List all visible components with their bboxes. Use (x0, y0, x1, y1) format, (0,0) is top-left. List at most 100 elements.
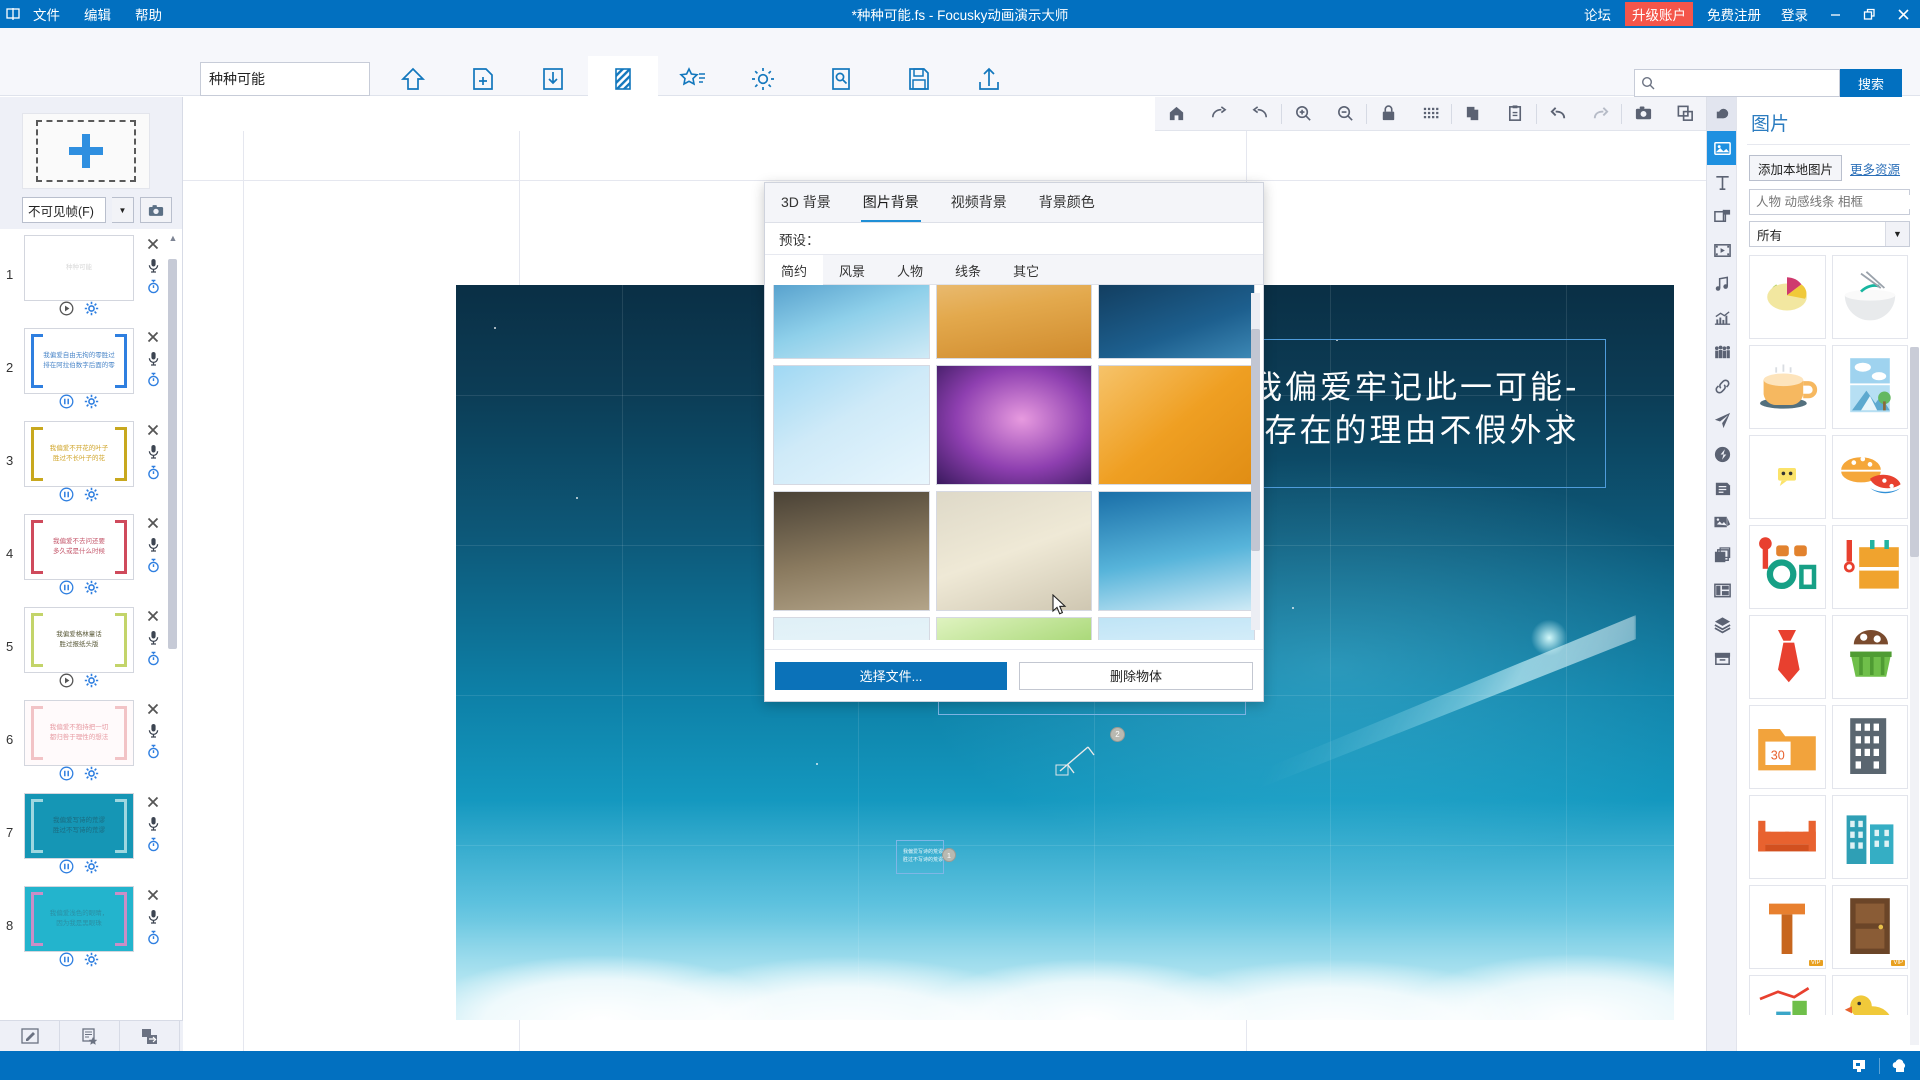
slide-thumbnail[interactable]: 我偏爱不抱持把一切 都归咎于理性的想法 (24, 700, 134, 766)
close-icon[interactable] (143, 328, 163, 346)
menu-file[interactable]: 文件 (30, 2, 63, 26)
microphone-icon[interactable] (143, 721, 163, 739)
gear-icon[interactable] (84, 487, 99, 502)
scrollbar-thumb[interactable] (1251, 329, 1260, 551)
people-icon[interactable] (1707, 335, 1737, 369)
redo-arrow-icon[interactable] (1579, 97, 1621, 131)
slide-list-item[interactable]: 8 我偏爱浅色的眼睛， 因为我是黑眼珠 (0, 880, 182, 973)
text-icon[interactable] (1707, 165, 1737, 199)
upgrade-account-button[interactable]: 升级账户 (1625, 2, 1693, 26)
layers-stack-icon[interactable] (1707, 539, 1737, 573)
brown-blur-thumb[interactable] (773, 491, 930, 611)
gear-icon[interactable] (84, 766, 99, 781)
slide-list-item[interactable]: 4 我偏爱不去问还要 多久或是什么时候 (0, 508, 182, 601)
image-search-box[interactable] (1749, 189, 1917, 215)
minimize-icon[interactable] (1818, 0, 1852, 28)
slide-list-item[interactable]: 3 我偏爱不开花的叶子 胜过不长叶子的花 (0, 415, 182, 508)
restore-icon[interactable] (1852, 0, 1886, 28)
screenshot-camera-icon[interactable] (1622, 97, 1664, 131)
slide-list-item[interactable]: 2 我偏爱自由无拘的零胜过 排在阿拉伯数字后面的零 (0, 322, 182, 415)
pause-icon[interactable] (59, 487, 74, 502)
zoom-in-icon[interactable] (1282, 97, 1324, 131)
slide-list-item[interactable]: 5 我偏爱格林童话 胜过报纸头版 (0, 601, 182, 694)
slide-list-item[interactable]: 7 我偏爱写诗的荒谬 胜过不写诗的荒谬 (0, 787, 182, 880)
export-arrow-icon[interactable] (120, 1020, 180, 1052)
canvas-area[interactable]: 10 我偏爱牢记此一可能- -存在的理由不假外求 1 种种可能 2 1 我偏爱写… (183, 97, 1706, 1051)
chevron-down-icon[interactable]: ▼ (1885, 222, 1909, 246)
close-icon[interactable] (1886, 0, 1920, 28)
pause-icon[interactable] (59, 766, 74, 781)
scrollbar-thumb[interactable] (168, 259, 177, 649)
office-tower-icon[interactable] (1831, 795, 1908, 879)
timer-icon[interactable] (143, 649, 163, 667)
close-icon[interactable] (143, 514, 163, 532)
scroll-up-icon[interactable]: ▲ (168, 231, 178, 245)
document-star-icon[interactable] (60, 1020, 120, 1052)
image-category-select[interactable]: 所有 ▼ (1749, 221, 1910, 247)
paper-beige-thumb[interactable] (935, 491, 1093, 611)
pie-chart-3d-icon[interactable] (1749, 255, 1826, 339)
small-object-badge[interactable]: 1 (942, 848, 956, 862)
dark-blue-thumb[interactable] (1098, 285, 1255, 359)
timer-icon[interactable] (143, 370, 163, 388)
delete-object-button[interactable]: 删除物体 (1019, 661, 1253, 690)
more-resources-link[interactable]: 更多资源 (1850, 159, 1900, 178)
image-search-input[interactable] (1756, 195, 1917, 209)
bar-blocks-icon[interactable]: VIP (1749, 975, 1826, 1015)
edit-pen-icon[interactable] (0, 1020, 60, 1052)
search-box[interactable]: ▼ (1634, 69, 1851, 97)
red-tie-icon[interactable] (1749, 615, 1826, 699)
note-icon[interactable] (1707, 471, 1737, 505)
chicken-icon[interactable]: VIP (1831, 975, 1908, 1015)
slide-list-item[interactable]: 1 种种可能 (0, 229, 182, 322)
slide-thumbnail[interactable]: 我偏爱浅色的眼睛， 因为我是黑眼珠 (24, 886, 134, 952)
slide-thumbnail[interactable]: 我偏爱格林童话 胜过报纸头版 (24, 607, 134, 673)
coffee-cup-icon[interactable] (1749, 345, 1826, 429)
slide-thumbnail[interactable]: 我偏爱自由无拘的零胜过 排在阿拉伯数字后面的零 (24, 328, 134, 394)
background-tab-视频背景[interactable]: 视频背景 (935, 182, 1023, 222)
timer-icon[interactable] (143, 463, 163, 481)
frame-type-select[interactable]: 不可见帧(F) (22, 197, 106, 223)
landscape-window-icon[interactable] (1831, 345, 1908, 429)
people-abstract-icon[interactable] (1749, 525, 1826, 609)
shape-lines-object[interactable] (1054, 735, 1110, 777)
microphone-icon[interactable] (143, 256, 163, 274)
home-icon[interactable] (1155, 97, 1197, 131)
close-icon[interactable] (143, 700, 163, 718)
microphone-icon[interactable] (143, 814, 163, 832)
slide-list[interactable]: 1 种种可能 2 我偏爱自由无拘的零胜过 排在阿拉伯数字后面的零 3 我偏爱不开… (0, 229, 182, 1051)
project-name-input[interactable] (200, 62, 370, 96)
close-icon[interactable] (143, 886, 163, 904)
background-category-人物[interactable]: 人物 (881, 255, 939, 285)
undo-arrow-icon[interactable] (1537, 97, 1579, 131)
microphone-icon[interactable] (143, 442, 163, 460)
skyscraper-icon[interactable] (1831, 705, 1908, 789)
background-thumbnail-area[interactable] (765, 285, 1263, 640)
timer-icon[interactable] (143, 742, 163, 760)
layout-icon[interactable] (1707, 573, 1737, 607)
layers-icon[interactable] (1707, 607, 1737, 641)
background-dropdown-panel[interactable]: 3D 背景 图片背景 视频背景 背景颜色 预设： 简约 风景 人物 线条 其它 选择文件...… (764, 182, 1264, 702)
background-tab-图片背景[interactable]: 图片背景 (847, 182, 935, 222)
search-button[interactable]: 搜索 (1840, 69, 1902, 97)
undo-curve-icon[interactable] (1239, 97, 1281, 131)
background-category-线条[interactable]: 线条 (939, 255, 997, 285)
menu-help[interactable]: 帮助 (132, 2, 165, 26)
timer-icon[interactable] (143, 928, 163, 946)
speech-emoji-icon[interactable] (1749, 435, 1826, 519)
archive-icon[interactable] (1707, 641, 1737, 675)
background-category-风景[interactable]: 风景 (823, 255, 881, 285)
slides-scrollbar[interactable]: ▲ ▼ (167, 231, 179, 1047)
daisy-thumb[interactable] (773, 617, 930, 640)
gallery-icon[interactable] (1707, 505, 1737, 539)
slide-main-text[interactable]: 我偏爱牢记此一可能- -存在的理由不假外求 (1250, 366, 1610, 452)
wood-door-icon[interactable]: VIP (1831, 885, 1908, 969)
present-screen-icon[interactable] (1839, 1051, 1879, 1080)
flag-icon[interactable] (1707, 199, 1737, 233)
slide-thumbnail[interactable]: 我偏爱不开花的叶子 胜过不长叶子的花 (24, 421, 134, 487)
plane-icon[interactable] (1707, 403, 1737, 437)
choose-file-button[interactable]: 选择文件... (775, 661, 1007, 690)
microphone-icon[interactable] (143, 907, 163, 925)
lock-icon[interactable] (1367, 97, 1409, 131)
camera-icon[interactable] (140, 197, 172, 223)
